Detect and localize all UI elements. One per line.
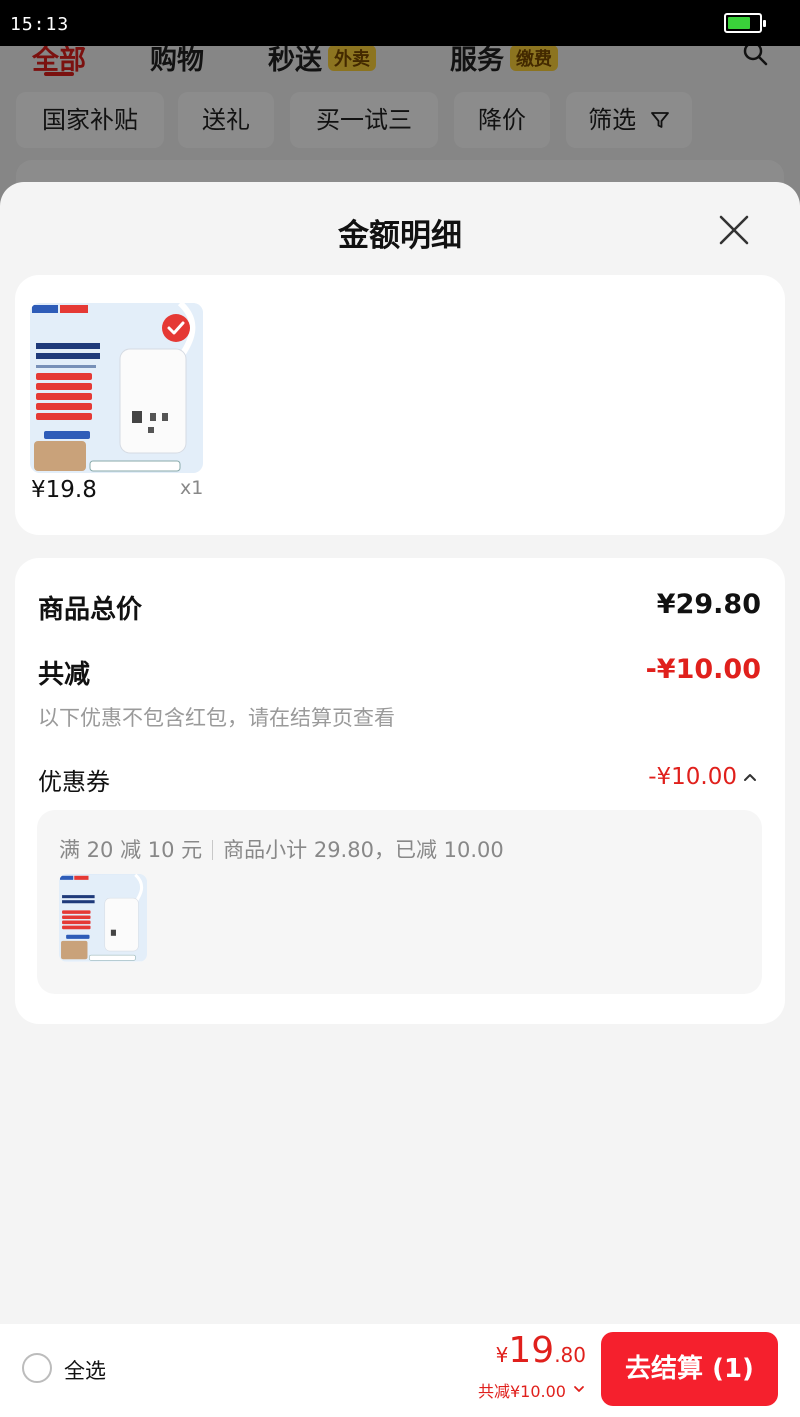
coupon-rule: 满 20 减 10 元 <box>59 838 203 862</box>
close-icon[interactable] <box>714 210 754 250</box>
chevron-up-icon[interactable] <box>741 768 759 786</box>
product-price: ¥19.8 <box>31 477 97 503</box>
coupon-detail: 商品小计 29.80，已减 10.00 <box>223 838 504 862</box>
battery-nub <box>763 20 766 27</box>
product-card: ¥19.8 x1 <box>15 275 785 535</box>
total-price: ¥19.80 <box>496 1330 586 1371</box>
divider <box>212 840 214 860</box>
total-price-value: ¥29.80 <box>656 589 761 620</box>
coupon-detail-box: 满 20 减 10 元商品小计 29.80，已减 10.00 <box>37 810 762 994</box>
discount-summary[interactable]: 共减¥10.00 <box>478 1378 566 1402</box>
battery-icon <box>724 13 766 33</box>
coupon-product-thumbnail <box>59 874 147 962</box>
chevron-down-icon[interactable] <box>572 1382 586 1396</box>
price-integer: 19 <box>508 1330 555 1371</box>
battery-fill <box>728 17 750 29</box>
total-price-label: 商品总价 <box>38 595 143 625</box>
select-all-label[interactable]: 全选 <box>64 1355 106 1385</box>
coupon-label: 优惠券 <box>38 768 110 796</box>
status-bar: 15:13 <box>0 0 800 46</box>
currency-symbol: ¥ <box>495 1343 509 1367</box>
checkout-bar: 全选 ¥19.80 共减¥10.00 去结算 (1) <box>0 1324 800 1417</box>
checkout-button[interactable]: 去结算 (1) <box>601 1332 778 1406</box>
price-decimal: .80 <box>554 1343 586 1367</box>
amount-detail-card: 商品总价 ¥29.80 共减 -¥10.00 以下优惠不包含红包，请在结算页查看… <box>15 558 785 1024</box>
select-all-radio[interactable] <box>22 1353 52 1383</box>
power-strip-product-image[interactable] <box>30 303 203 473</box>
amount-detail-sheet: 金额明细 ¥19.8 x1 商品总价 ¥29.80 共减 -¥10.00 以下优… <box>0 182 800 1417</box>
sheet-title: 金额明细 <box>338 218 462 254</box>
discount-note: 以下优惠不包含红包，请在结算页查看 <box>38 706 395 730</box>
discount-label: 共减 <box>38 660 91 690</box>
coupon-value[interactable]: -¥10.00 <box>648 764 737 790</box>
product-quantity: x1 <box>180 477 204 499</box>
discount-value: -¥10.00 <box>645 654 761 685</box>
coupon-description: 满 20 减 10 元商品小计 29.80，已减 10.00 <box>59 834 504 864</box>
status-time: 15:13 <box>10 14 70 35</box>
